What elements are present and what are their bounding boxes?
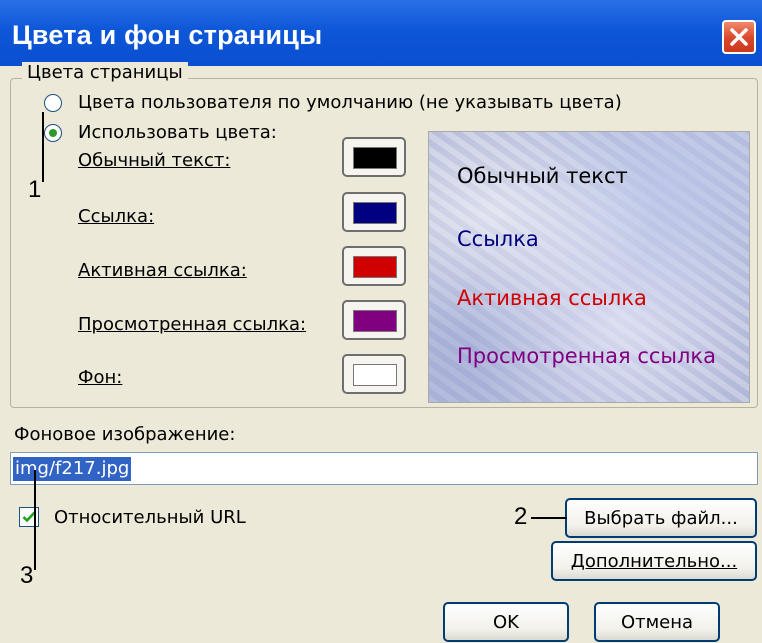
page-colors-legend: Цвета страницы xyxy=(22,62,188,83)
normal-text-label: Обычный текст: xyxy=(78,150,231,171)
visited-link-label: Просмотренная ссылка: xyxy=(78,314,307,335)
link-color-button[interactable] xyxy=(342,192,406,232)
active-link-color-button[interactable] xyxy=(342,246,406,286)
preview-visited-link: Просмотренная ссылка xyxy=(457,344,716,368)
title-bar: Цвета и фон страницы xyxy=(0,0,762,66)
radio-selected-dot xyxy=(49,129,57,137)
browse-file-label: Выбрать файл... xyxy=(584,507,738,529)
cancel-button[interactable]: Отмена xyxy=(594,602,720,642)
radio-use-colors[interactable] xyxy=(44,124,62,142)
normal-text-swatch xyxy=(353,147,397,169)
background-image-label: Фоновое изображение: xyxy=(14,424,236,445)
normal-text-color-button[interactable] xyxy=(342,137,406,177)
background-color-button[interactable] xyxy=(342,354,406,394)
annotation-2-line xyxy=(531,517,567,519)
active-link-label: Активная ссылка: xyxy=(78,260,247,281)
ok-label: OK xyxy=(493,611,519,633)
advanced-label: Дополнительно... xyxy=(570,550,738,572)
ok-button[interactable]: OK xyxy=(443,602,569,642)
radio-default-colors-label: Цвета пользователя по умолчанию (не указ… xyxy=(78,92,622,113)
preview-normal-text: Обычный текст xyxy=(457,164,628,188)
preview-link: Ссылка xyxy=(457,227,539,251)
annotation-1: 1 xyxy=(28,176,42,203)
background-label: Фон: xyxy=(78,367,123,388)
background-swatch xyxy=(353,364,397,386)
visited-link-swatch xyxy=(353,310,397,332)
radio-default-colors[interactable] xyxy=(44,94,62,112)
annotation-1-line xyxy=(42,112,44,182)
advanced-button[interactable]: Дополнительно... xyxy=(551,541,757,581)
relative-url-label: Относительный URL xyxy=(54,507,246,528)
radio-use-colors-label: Использовать цвета: xyxy=(78,122,277,143)
background-image-input[interactable]: img/f217.jpg xyxy=(10,452,758,485)
active-link-swatch xyxy=(353,256,397,278)
link-swatch xyxy=(353,202,397,224)
window-title: Цвета и фон страницы xyxy=(12,20,323,50)
preview-active-link: Активная ссылка xyxy=(457,286,647,310)
cancel-label: Отмена xyxy=(620,611,694,633)
annotation-3-line xyxy=(34,470,36,570)
annotation-3: 3 xyxy=(20,562,34,589)
relative-url-checkbox[interactable] xyxy=(19,507,39,527)
browse-file-button[interactable]: Выбрать файл... xyxy=(565,498,757,538)
link-label: Ссылка: xyxy=(78,206,155,227)
background-image-value: img/f217.jpg xyxy=(13,457,132,481)
annotation-2: 2 xyxy=(514,503,528,530)
colors-preview: Обычный текст Ссылка Активная ссылка Про… xyxy=(428,131,750,403)
close-icon xyxy=(730,28,748,46)
visited-link-color-button[interactable] xyxy=(342,300,406,340)
close-button[interactable] xyxy=(722,20,756,54)
